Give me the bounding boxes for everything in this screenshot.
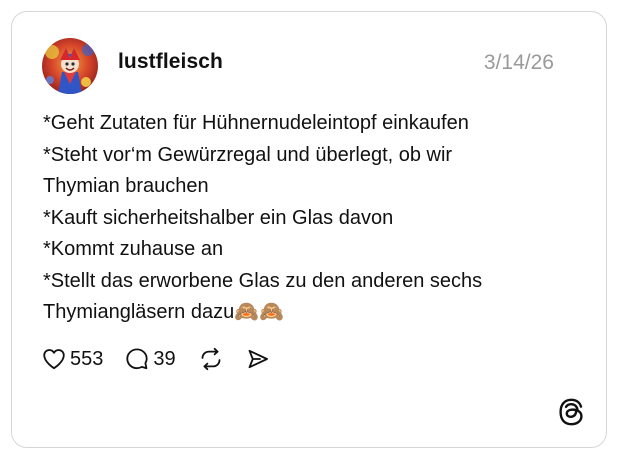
- reply-count: 39: [153, 347, 176, 370]
- post-line: *Kauft sicherheitshalber ein Glas davon: [43, 206, 394, 229]
- like-count: 553: [70, 347, 104, 370]
- avatar[interactable]: [42, 38, 98, 94]
- post-date: 3/14/26: [483, 51, 554, 74]
- threads-logo-icon[interactable]: [558, 398, 584, 426]
- heart-icon: [43, 349, 65, 370]
- post-line: *Steht vor‘m Gewürzregal und überlegt, o…: [43, 143, 453, 166]
- username[interactable]: lustfleisch: [118, 50, 223, 74]
- reply-button[interactable]: 39: [125, 347, 176, 371]
- post-line: Thymian brauchen: [43, 175, 209, 197]
- action-bar: 553 39: [42, 345, 292, 373]
- post-line: *Kommt zuhause an: [43, 238, 224, 260]
- post-line: Thymiangläsern dazu🙈🙈: [43, 301, 285, 323]
- like-button[interactable]: 553: [42, 348, 103, 371]
- post-line: *Stellt das erworbene Glas zu den andere…: [43, 269, 483, 292]
- post-card: lustfleisch 3/14/26 *Geht Zutaten für Hü…: [11, 11, 607, 448]
- send-icon: [248, 349, 268, 369]
- post-body: *Geht Zutaten für Hühnernudeleintopf ein…: [43, 108, 588, 329]
- speech-bubble-icon: [126, 348, 148, 370]
- repost-icon: [201, 347, 221, 371]
- repost-button[interactable]: [198, 347, 224, 371]
- share-button[interactable]: [246, 347, 270, 371]
- post-line: *Geht Zutaten für Hühnernudeleintopf ein…: [43, 112, 469, 134]
- avatar-image: [42, 38, 98, 94]
